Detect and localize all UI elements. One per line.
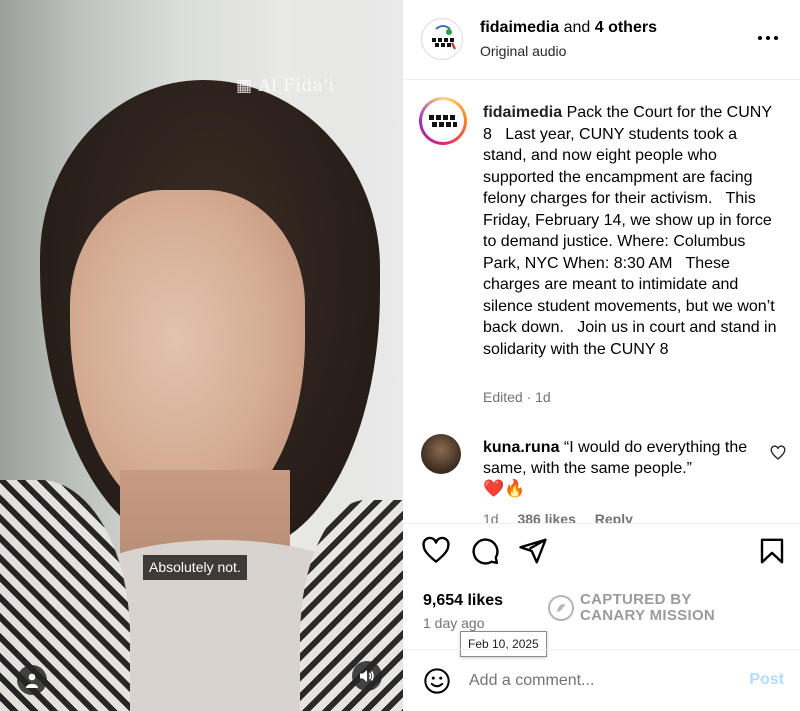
video-watermark: ▦ Al Fida'i [236,76,335,96]
collab-others-link[interactable]: 4 others [595,19,657,36]
emoji-picker-button[interactable] [423,667,451,695]
user-icon [26,673,38,688]
comment-like-button[interactable] [770,445,786,461]
video-subtitle: Absolutely not. [143,555,247,580]
like-button[interactable] [421,536,451,566]
likes-count[interactable]: 9,654 likes [423,592,503,610]
fidaimedia-logo-icon [429,115,457,127]
comments-list[interactable]: fidaimedia Pack the Court for the CUNY 8… [403,81,800,524]
comment-text: kuna.runa “I would do everything the sam… [483,437,763,479]
comment-age: 1d [483,511,499,524]
audio-link[interactable]: Original audio [480,43,566,59]
save-button[interactable] [757,536,787,566]
paper-plane-icon [519,538,547,564]
bookmark-icon [760,538,784,564]
post-caption: fidaimedia Pack the Court for the CUNY 8… [483,102,783,360]
more-options-button[interactable] [756,28,780,48]
speaker-icon [360,670,374,682]
reel-video[interactable]: ▦ Al Fida'i Absolutely not. [0,0,403,711]
comment-bubble-icon [472,538,499,565]
action-bar [403,536,800,576]
stamp-text: CAPTURED BY CANARY MISSION [580,591,716,624]
audio-toggle-button[interactable] [352,661,382,691]
post-comment-button[interactable]: Post [749,671,784,689]
capture-stamp: CAPTURED BY CANARY MISSION [548,588,728,628]
collab-joiner: and [559,19,595,36]
comment-button[interactable] [470,536,500,566]
comment-emoji: ❤️🔥 [483,479,526,498]
post-header: fidaimedia and 4 others Original audio [403,0,800,80]
heart-outline-icon [770,445,786,460]
canary-logo-icon [548,595,574,621]
fidaimedia-logo-icon [423,20,462,59]
author-username[interactable]: fidaimedia [480,19,559,36]
post-timestamp[interactable]: 1 day ago [423,615,485,631]
commenter-avatar[interactable] [421,434,461,474]
smiley-icon [424,668,450,694]
caption-author-avatar[interactable] [419,97,467,145]
commenter-username[interactable]: kuna.runa [483,439,559,456]
comment-input[interactable] [469,669,719,693]
caption-meta: Edited · 1d [483,389,551,405]
comment-reply-button[interactable]: Reply [595,511,633,523]
caption-username[interactable]: fidaimedia [483,104,562,121]
author-avatar[interactable] [421,18,463,60]
heart-icon [422,536,450,563]
caption-body: Pack the Court for the CUNY 8 Last year,… [483,104,781,358]
comment-meta: 1d 386 likes Reply [483,511,648,524]
more-dots-icon [758,36,778,40]
comment-likes-link[interactable]: 386 likes [517,511,575,523]
tagged-users-button[interactable] [17,665,47,695]
add-comment-bar: Post [403,649,800,711]
share-button[interactable] [518,536,548,566]
post-panel: fidaimedia and 4 others Original audio f… [403,0,800,711]
watermark-logo-icon: ▦ [236,76,259,96]
header-title: fidaimedia and 4 others [480,19,657,37]
